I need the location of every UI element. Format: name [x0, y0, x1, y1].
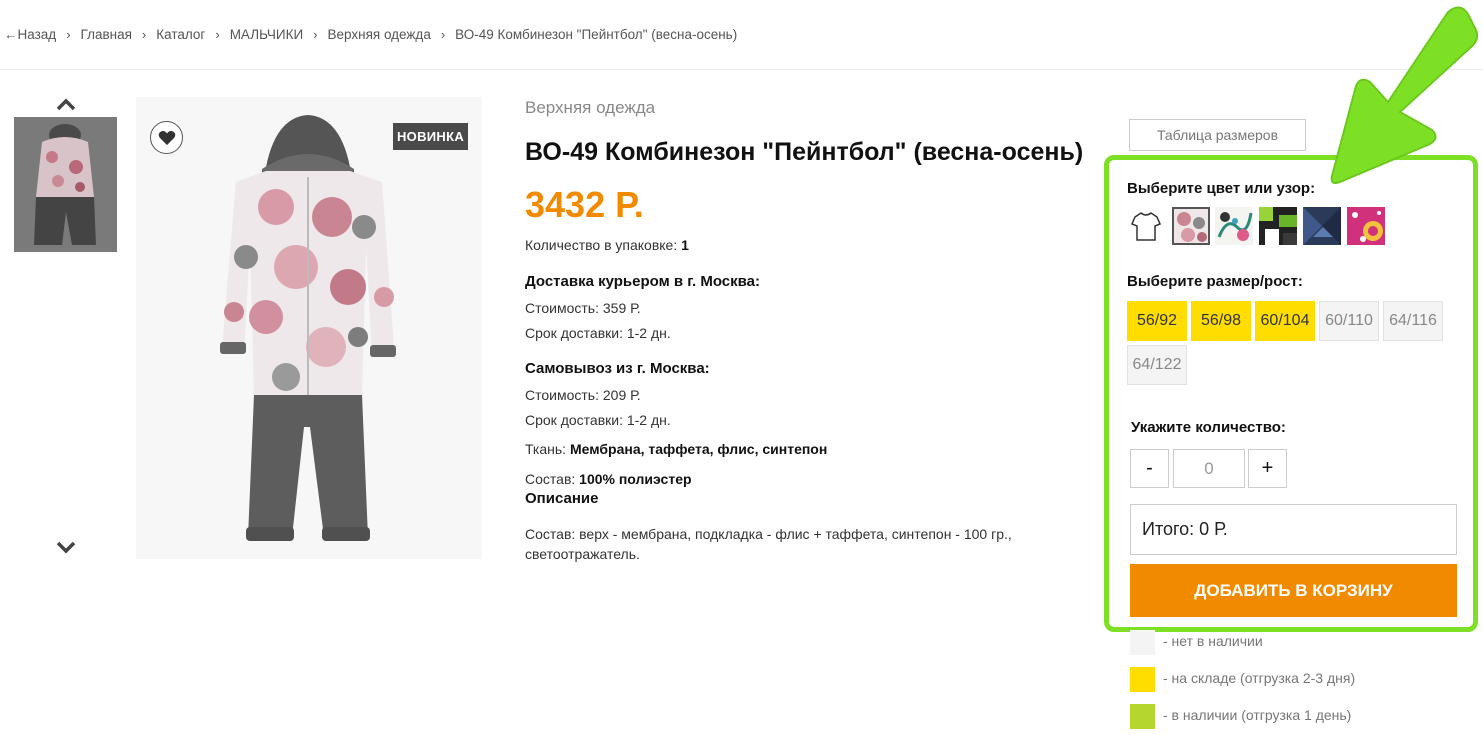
legend-unavailable: - нет в наличии	[1163, 633, 1263, 649]
composition-value: 100% полиэстер	[579, 471, 692, 487]
legend-swatch-in-stock	[1130, 704, 1155, 729]
size-option-64-122[interactable]: 64/122	[1127, 345, 1187, 385]
size-option-64-116[interactable]: 64/116	[1383, 301, 1443, 341]
breadcrumb: ←Назад › Главная › Каталог › МАЛЬЧИКИ › …	[4, 27, 737, 42]
pickup-heading: Самовывоз из г. Москва:	[525, 360, 710, 377]
fabric-label: Ткань:	[525, 441, 567, 457]
total-price: Итого: 0 Р.	[1130, 504, 1457, 555]
size-label: Выберите размер/рост:	[1127, 273, 1303, 290]
pack-quantity-label: Количество в упаковке:	[525, 237, 678, 253]
color-swatch-green-camo[interactable]	[1259, 207, 1297, 245]
courier-cost: Стоимость: 359 Р.	[525, 300, 641, 316]
legend-warehouse: - на складе (отгрузка 2-3 дня)	[1163, 670, 1356, 686]
composition: Состав: 100% полиэстер	[525, 471, 692, 487]
breadcrumb-separator: ›	[215, 27, 220, 42]
size-option-60-104[interactable]: 60/104	[1255, 301, 1315, 341]
fabric-value: Мембрана, таффета, флис, синтепон	[569, 441, 828, 457]
new-badge: НОВИНКА	[393, 123, 468, 150]
quantity-input[interactable]	[1173, 449, 1245, 488]
breadcrumb-separator: ›	[313, 27, 318, 42]
pack-quantity-value: 1	[681, 237, 689, 253]
size-option-56-92[interactable]: 56/92	[1127, 301, 1187, 341]
product-category: Верхняя одежда	[525, 98, 656, 117]
size-option-56-98[interactable]: 56/98	[1191, 301, 1251, 341]
quantity-decrease-button[interactable]: -	[1130, 449, 1169, 488]
pickup-term: Срок доставки: 1-2 дн.	[525, 412, 671, 428]
composition-label: Состав:	[525, 471, 576, 487]
breadcrumb-home[interactable]: Главная	[81, 27, 132, 42]
breadcrumb-boys[interactable]: МАЛЬЧИКИ	[230, 27, 303, 42]
pack-quantity: Количество в упаковке: 1	[525, 237, 689, 253]
quantity-increase-button[interactable]: +	[1248, 449, 1287, 488]
add-to-cart-button[interactable]: ДОБАВИТЬ В КОРЗИНУ	[1130, 564, 1457, 617]
product-thumbnail[interactable]	[14, 117, 117, 252]
description-line: Состав: верх - мембрана, подкладка - фли…	[525, 526, 1012, 542]
product-image	[136, 97, 482, 559]
chevron-down-icon[interactable]	[55, 540, 77, 556]
legend-swatch-unavailable	[1130, 630, 1155, 655]
legend-swatch-warehouse	[1130, 667, 1155, 692]
breadcrumb-separator: ›	[440, 27, 446, 42]
description-heading: Описание	[525, 490, 599, 507]
chevron-up-icon[interactable]	[55, 96, 77, 112]
color-swatch-outline[interactable]	[1127, 207, 1165, 245]
pickup-cost: Стоимость: 209 Р.	[525, 387, 641, 403]
quantity-label: Укажите количество:	[1131, 419, 1286, 436]
description-line: светоотражатель.	[525, 546, 640, 562]
courier-term: Срок доставки: 1-2 дн.	[525, 325, 671, 341]
header-divider	[0, 69, 1483, 70]
color-swatch-blue-geometric[interactable]	[1303, 207, 1341, 245]
breadcrumb-separator: ›	[141, 27, 147, 42]
breadcrumb-catalog[interactable]: Каталог	[156, 27, 205, 42]
size-option-60-110[interactable]: 60/110	[1319, 301, 1379, 341]
color-label: Выберите цвет или узор:	[1127, 180, 1316, 197]
color-swatch-pink-dots[interactable]	[1347, 207, 1385, 245]
heart-icon[interactable]	[150, 121, 183, 154]
courier-heading: Доставка курьером в г. Москва:	[525, 273, 761, 290]
color-swatch-floral-white[interactable]	[1215, 207, 1253, 245]
size-table-button[interactable]: Таблица размеров	[1129, 119, 1306, 151]
color-swatch-floral-pink[interactable]	[1172, 207, 1210, 245]
legend-in-stock: - в наличии (отгрузка 1 день)	[1163, 707, 1352, 723]
product-title: ВО-49 Комбинезон "Пейнтбол" (весна-осень…	[525, 138, 1084, 166]
fabric: Ткань: Мембрана, таффета, флис, синтепон	[525, 441, 827, 457]
arrow-icon	[1290, 0, 1483, 190]
breadcrumb-outerwear[interactable]: Верхняя одежда	[328, 27, 431, 42]
breadcrumb-current: ВО-49 Комбинезон "Пейнтбол" (весна-осень…	[455, 27, 738, 42]
breadcrumb-separator: ›	[66, 27, 71, 42]
product-price: 3432 Р.	[525, 184, 644, 225]
back-link[interactable]: ←Назад	[4, 27, 56, 42]
